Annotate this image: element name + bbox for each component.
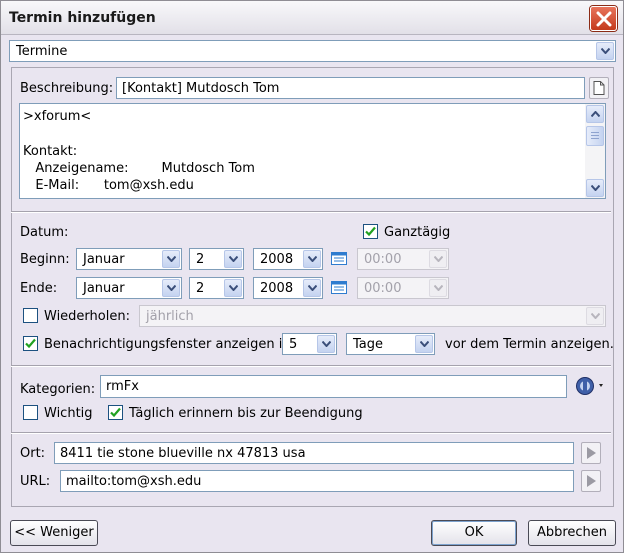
- chevron-down-icon: [303, 279, 321, 297]
- location-input[interactable]: 8411 tie stone blueville nx 47813 usa: [54, 442, 574, 464]
- begin-time-select[interactable]: 00:00: [357, 248, 449, 270]
- notification-unit-select[interactable]: Tage: [346, 333, 435, 355]
- chevron-down-icon: [303, 250, 321, 268]
- end-day-value: 2: [196, 281, 205, 296]
- end-time-value: 00:00: [364, 281, 402, 296]
- notification-checkbox[interactable]: [23, 336, 38, 351]
- begin-month-value: Januar: [83, 252, 125, 267]
- notification-amount-select[interactable]: 5: [282, 333, 337, 355]
- separator: [11, 365, 611, 367]
- open-location-button[interactable]: [581, 442, 601, 464]
- play-icon: [587, 447, 596, 459]
- notification-amount-value: 5: [289, 337, 298, 352]
- notification-suffix: vor dem Termin anzeigen.: [445, 337, 614, 352]
- notification-unit-value: Tage: [353, 337, 384, 352]
- play-icon: [587, 475, 596, 487]
- categories-value: rmFx: [106, 379, 139, 394]
- chevron-down-icon: [224, 250, 242, 268]
- end-month-select[interactable]: Januar: [76, 277, 182, 299]
- chevron-down-icon: [162, 279, 180, 297]
- categories-input[interactable]: rmFx: [100, 375, 567, 398]
- description-label: Beschreibung:: [20, 81, 114, 96]
- important-checkbox[interactable]: [23, 405, 38, 420]
- daily-reminder-checkbox[interactable]: [108, 405, 123, 420]
- scroll-down-button[interactable]: [586, 179, 604, 197]
- begin-year-select[interactable]: 2008: [253, 248, 323, 270]
- repeat-value: jährlich: [146, 309, 194, 324]
- scroll-thumb[interactable]: [586, 126, 604, 146]
- separator: [11, 432, 611, 434]
- body-line: E-Mail: tom@xsh.edu: [23, 178, 194, 193]
- allday-checkbox[interactable]: [363, 224, 378, 239]
- begin-day-value: 2: [196, 252, 205, 267]
- title-bar: Termin hinzufügen: [1, 1, 623, 35]
- chevron-down-icon: [224, 279, 242, 297]
- body-line: Anzeigename: Mutdosch Tom: [23, 161, 255, 176]
- chevron-down-icon: [429, 250, 447, 268]
- check-icon: [110, 407, 121, 418]
- scroll-up-button[interactable]: [586, 105, 604, 123]
- calendar-select[interactable]: Termine: [9, 40, 616, 62]
- end-month-value: Januar: [83, 281, 125, 296]
- repeat-label: Wiederholen:: [44, 309, 130, 324]
- location-value: 8411 tie stone blueville nx 47813 usa: [60, 446, 306, 461]
- location-label: Ort:: [20, 446, 46, 461]
- url-value: mailto:tom@xsh.edu: [66, 474, 202, 489]
- document-button[interactable]: [589, 77, 609, 99]
- notification-label: Benachrichtigungsfenster anzeigen in: [44, 337, 291, 352]
- begin-time-value: 00:00: [364, 252, 402, 267]
- url-label: URL:: [20, 474, 51, 489]
- category-icon[interactable]: [575, 376, 607, 396]
- body-line: Kontakt:: [23, 144, 78, 159]
- url-input[interactable]: mailto:tom@xsh.edu: [60, 470, 574, 492]
- calendar-icon[interactable]: [331, 252, 347, 265]
- chevron-down-icon: [429, 279, 447, 297]
- allday-label: Ganztägig: [384, 225, 451, 240]
- begin-month-select[interactable]: Januar: [76, 248, 182, 270]
- categories-label: Kategorien:: [20, 382, 96, 397]
- begin-day-select[interactable]: 2: [189, 248, 244, 270]
- end-time-select[interactable]: 00:00: [357, 277, 449, 299]
- chevron-down-icon: [317, 335, 335, 353]
- vertical-scrollbar[interactable]: [585, 104, 605, 198]
- chevron-up-icon: [591, 111, 600, 117]
- calendar-icon[interactable]: [331, 281, 347, 294]
- description-textarea[interactable]: >xforum< Kontakt: Anzeigename: Mutdosch …: [19, 103, 606, 199]
- chevron-down-icon: [162, 250, 180, 268]
- chevron-down-icon: [591, 185, 600, 191]
- document-icon: [593, 81, 605, 95]
- calendar-select-value: Termine: [16, 44, 68, 59]
- ok-button[interactable]: OK: [431, 520, 517, 546]
- end-year-value: 2008: [260, 281, 294, 296]
- repeat-select[interactable]: jährlich: [139, 305, 606, 327]
- close-icon: [596, 11, 612, 27]
- end-day-select[interactable]: 2: [189, 277, 244, 299]
- end-label: Ende:: [20, 281, 58, 296]
- chevron-down-icon: [415, 335, 433, 353]
- date-label: Datum:: [20, 225, 69, 240]
- body-line: >xforum<: [23, 109, 92, 124]
- open-url-button[interactable]: [581, 470, 601, 492]
- description-value: [Kontakt] Mutdosch Tom: [122, 81, 280, 96]
- check-icon: [365, 226, 376, 237]
- check-icon: [25, 338, 36, 349]
- less-button[interactable]: << Weniger: [10, 520, 98, 546]
- window-title: Termin hinzufügen: [9, 10, 156, 26]
- end-year-select[interactable]: 2008: [253, 277, 323, 299]
- important-label: Wichtig: [44, 406, 93, 421]
- description-input[interactable]: [Kontakt] Mutdosch Tom: [116, 77, 585, 99]
- separator: [11, 211, 611, 213]
- begin-label: Beginn:: [20, 252, 70, 267]
- close-button[interactable]: [590, 6, 617, 31]
- repeat-checkbox[interactable]: [23, 308, 38, 323]
- dialog-window: Termin hinzufügen Termine Beschreibung: …: [0, 0, 624, 553]
- begin-year-value: 2008: [260, 252, 294, 267]
- cancel-button[interactable]: Abbrechen: [528, 520, 616, 546]
- daily-reminder-label: Täglich erinnern bis zur Beendigung: [129, 406, 363, 421]
- chevron-down-icon: [586, 307, 604, 325]
- chevron-down-icon: [596, 42, 614, 60]
